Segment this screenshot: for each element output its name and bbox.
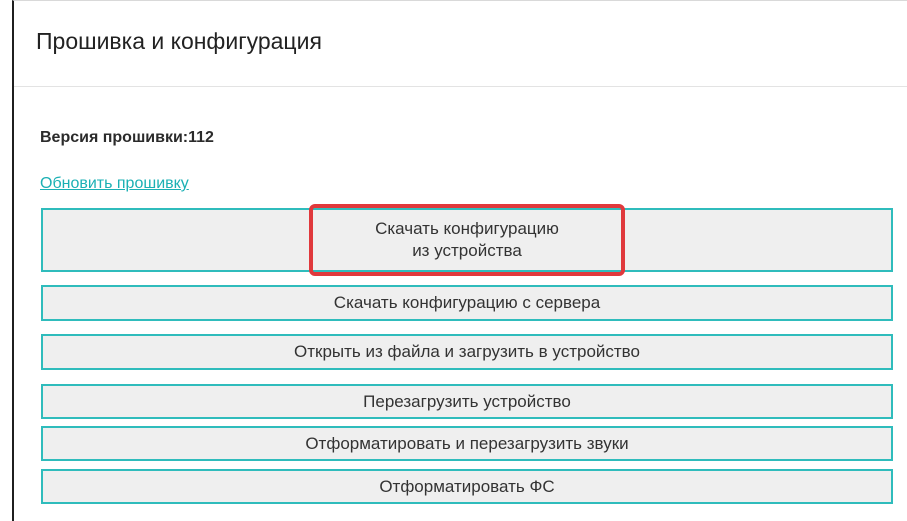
firmware-version: Версия прошивки:112	[40, 129, 214, 147]
download-config-from-device-line1: Скачать конфигурацию	[375, 219, 559, 238]
reboot-device-button[interactable]: Перезагрузить устройство	[41, 384, 893, 419]
page-title: Прошивка и конфигурация	[36, 28, 322, 54]
firmware-config-panel: Прошивка и конфигурация Версия прошивки:…	[12, 0, 907, 521]
open-file-upload-to-device-button[interactable]: Открыть из файла и загрузить в устройств…	[41, 334, 893, 370]
download-config-from-device-button[interactable]: Скачать конфигурацию из устройства	[41, 208, 893, 272]
panel-header: Прошивка и конфигурация	[14, 1, 907, 87]
download-config-from-server-button[interactable]: Скачать конфигурацию с сервера	[41, 285, 893, 321]
firmware-version-label: Версия прошивки:	[40, 129, 189, 146]
download-config-from-device-label: Скачать конфигурацию из устройства	[375, 218, 559, 262]
format-fs-button[interactable]: Отформатировать ФС	[41, 469, 893, 504]
update-firmware-link[interactable]: Обновить прошивку	[40, 175, 189, 193]
download-config-from-device-line2: из устройства	[412, 241, 522, 260]
firmware-version-value: 112	[188, 129, 214, 146]
format-reboot-sounds-button[interactable]: Отформатировать и перезагрузить звуки	[41, 426, 893, 461]
